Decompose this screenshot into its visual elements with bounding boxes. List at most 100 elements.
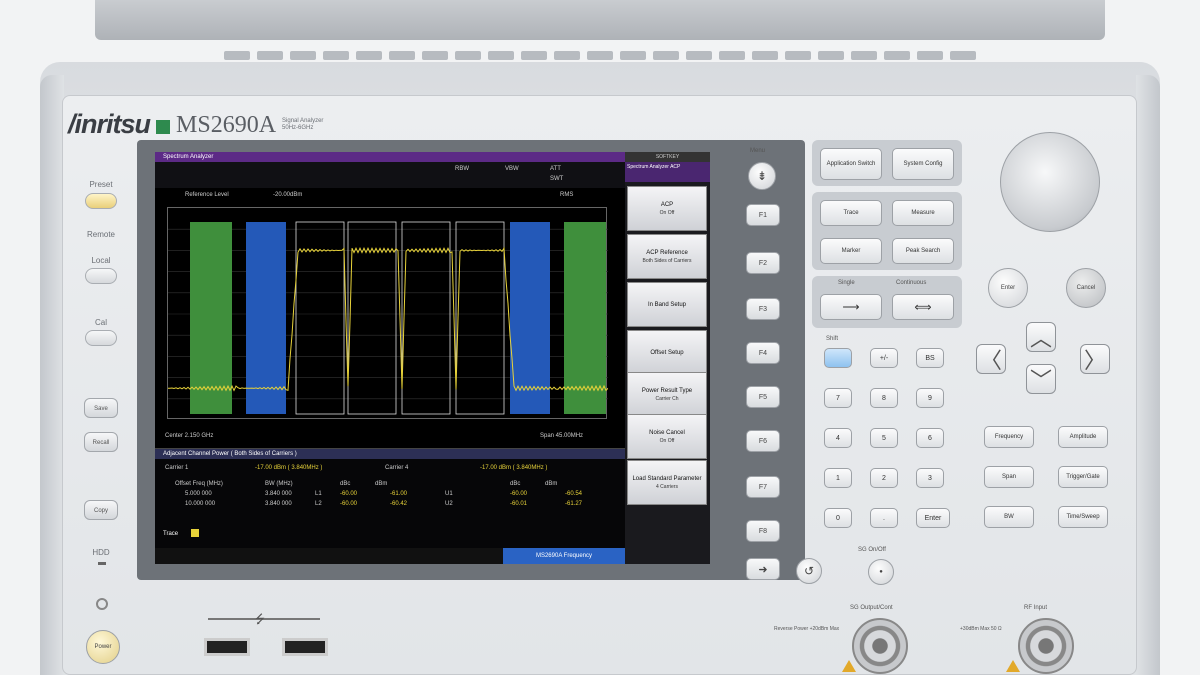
key-1[interactable]: 1 [824, 468, 852, 488]
menu-button[interactable]: ⇟ [748, 162, 776, 190]
reference-level-label: Reference Level [185, 192, 229, 198]
right-arrow-button[interactable]: 〉 [1080, 344, 1110, 374]
window-title: Spectrum Analyzer [155, 152, 625, 162]
row2-ch: L2 [315, 501, 322, 507]
warning-icon [842, 660, 856, 672]
continuous-button[interactable]: ⟺ [892, 294, 954, 320]
hdd-led-icon [98, 562, 106, 565]
key-7[interactable]: 7 [824, 388, 852, 408]
softkey-panel: SOFTKEY Spectrum Analyzer ACP ACP On Off … [625, 152, 710, 564]
plus-minus-button[interactable]: +/- [870, 348, 898, 368]
channel-block-4 [564, 222, 606, 414]
single-button[interactable]: ⟶ [820, 294, 882, 320]
cancel-button[interactable]: Cancel [1066, 268, 1106, 308]
recall-button[interactable]: Recall [84, 432, 118, 452]
key-6[interactable]: 6 [916, 428, 944, 448]
trace-button[interactable]: Trace [820, 200, 882, 226]
softkey-1[interactable]: ACP On Off [627, 186, 707, 231]
key-8[interactable]: 8 [870, 388, 898, 408]
row1-bw: 3.840 000 [265, 491, 292, 497]
key-dot[interactable]: . [870, 508, 898, 528]
marker-button[interactable]: Marker [820, 238, 882, 264]
top-handle [95, 0, 1105, 40]
key-3[interactable]: 3 [916, 468, 944, 488]
key-2[interactable]: 2 [870, 468, 898, 488]
softkey-7[interactable]: Load Standard Parameter 4 Carriers [627, 460, 707, 505]
measure-button[interactable]: Measure [892, 200, 954, 226]
key-9[interactable]: 9 [916, 388, 944, 408]
time-sweep-button[interactable]: Time/Sweep [1058, 506, 1108, 528]
application-switch-button[interactable]: Application Switch [820, 148, 882, 180]
table-title: Adjacent Channel Power ( Both Sides of C… [155, 449, 625, 459]
channel-block-1 [190, 222, 232, 414]
shift-label: Shift [826, 336, 839, 342]
rf-note: +30dBm Max 50 Ω [960, 626, 1002, 632]
key-0[interactable]: 0 [824, 508, 852, 528]
single-label: Single [838, 280, 855, 286]
enter-round-button[interactable]: Enter [988, 268, 1028, 308]
enter-key[interactable]: Enter [916, 508, 950, 528]
brand-header: /inritsu MS2690A Signal Analyzer 50Hz-6G… [68, 108, 332, 139]
save-button[interactable]: Save [84, 398, 118, 418]
amplitude-button[interactable]: Amplitude [1058, 426, 1108, 448]
softkey-4[interactable]: Offset Setup [627, 330, 707, 375]
row1-dbc2: -60.00 [510, 491, 528, 497]
warning-icon-2 [1006, 660, 1020, 672]
f5-button[interactable]: F5 [746, 386, 780, 408]
f2-button[interactable]: F2 [746, 252, 780, 274]
cal-button[interactable] [85, 330, 117, 346]
reference-level-value: -20.00dBm [273, 192, 303, 198]
softkey-3[interactable]: In Band Setup [627, 282, 707, 327]
span-button[interactable]: Span [984, 466, 1034, 488]
copy-button[interactable]: Copy [84, 500, 118, 520]
row2-dbc2: -60.01 [510, 501, 528, 507]
f6-button[interactable]: F6 [746, 430, 780, 452]
trace-label: Trace [163, 531, 179, 537]
usb-port-1[interactable] [204, 638, 250, 656]
trace-indicator-icon [191, 529, 199, 537]
f4-button[interactable]: F4 [746, 342, 780, 364]
rf-input-connector[interactable] [1018, 618, 1074, 674]
peak-search-button[interactable]: Peak Search [892, 238, 954, 264]
carrier1-value: -17.00 dBm ( 3.840MHz ) [255, 465, 323, 471]
backspace-button[interactable]: BS [916, 348, 944, 368]
f3-button[interactable]: F3 [746, 298, 780, 320]
trigger-gate-button[interactable]: Trigger/Gate [1058, 466, 1108, 488]
preset-button[interactable] [85, 193, 117, 209]
status-row: RBW VBW ATT SWT [155, 162, 625, 188]
softkey-1-label: ACP [660, 201, 674, 208]
f8-button[interactable]: F8 [746, 520, 780, 542]
vbw-label: VBW [505, 166, 519, 172]
display-screen: Spectrum Analyzer RBW VBW ATT SWT Refere… [155, 152, 710, 564]
return-button[interactable]: ↺ [796, 558, 822, 584]
system-config-button[interactable]: System Config [892, 148, 954, 180]
rotary-knob[interactable] [1000, 132, 1100, 232]
key-5[interactable]: 5 [870, 428, 898, 448]
local-button[interactable] [85, 268, 117, 284]
usb-port-2[interactable] [282, 638, 328, 656]
sg-output-connector[interactable] [852, 618, 908, 674]
key-4[interactable]: 4 [824, 428, 852, 448]
f1-button[interactable]: F1 [746, 204, 780, 226]
softkey-2[interactable]: ACP Reference Both Sides of Carriers [627, 234, 707, 279]
bw-button[interactable]: BW [984, 506, 1034, 528]
next-page-button[interactable]: ➜ [746, 558, 780, 580]
softkey-5-label: Power Result Type [641, 387, 693, 394]
left-arrow-button[interactable]: 〈 [976, 344, 1006, 374]
f7-button[interactable]: F7 [746, 476, 780, 498]
softkey-header: SOFTKEY [625, 152, 710, 162]
right-handle [1136, 75, 1160, 675]
shift-button[interactable] [824, 348, 852, 368]
frequency-button[interactable]: Frequency [984, 426, 1034, 448]
sg-onoff-button[interactable]: ● [868, 559, 894, 585]
up-arrow-button[interactable]: ︿ [1026, 322, 1056, 352]
softkey-6[interactable]: Noise Cancel On Off [627, 414, 707, 459]
down-arrow-button[interactable]: ﹀ [1026, 364, 1056, 394]
softkey-title: Spectrum Analyzer ACP [625, 162, 710, 182]
standby-icon [96, 598, 108, 610]
sg-output-label: SG Output/Cont [850, 605, 893, 611]
remote-label: Remote [86, 230, 115, 239]
brand-logo: /inritsu [68, 109, 151, 139]
softkey-5[interactable]: Power Result Type Carrier Ch [627, 372, 707, 417]
power-button[interactable]: Power [86, 630, 120, 664]
